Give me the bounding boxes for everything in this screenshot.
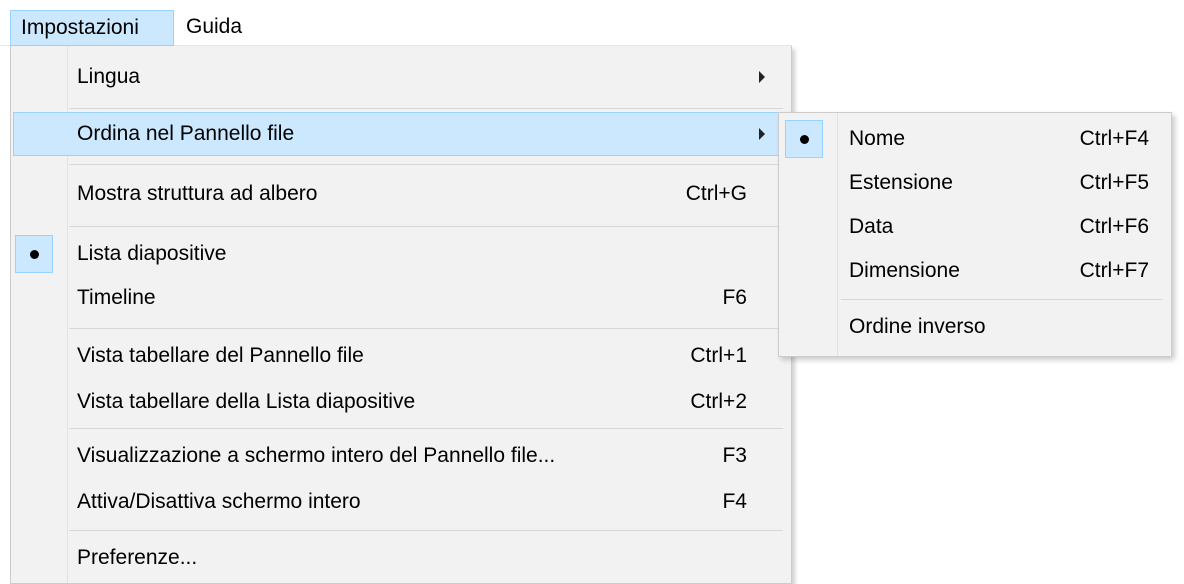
menu-item-label: Attiva/Disattiva schermo intero (77, 490, 361, 513)
menu-item-label: Mostra struttura ad albero (77, 182, 318, 205)
submenu-item-label: Nome (849, 127, 906, 150)
checked-indicator (15, 235, 53, 273)
menu-separator (69, 226, 783, 227)
radio-bullet-icon (800, 135, 809, 144)
submenu-item-label: Data (849, 215, 894, 238)
submenu-item-shortcut: Ctrl+F6 (1079, 215, 1149, 238)
menu-item-label: Lista diapositive (77, 242, 227, 265)
submenu-item-ordine-inverso[interactable]: Ordine inverso (779, 305, 1171, 349)
impostazioni-dropdown: Lingua Ordina nel Pannello file Mostra s… (10, 46, 792, 584)
menu-item-vista-tabellare-lista[interactable]: Vista tabellare della Lista diapositive … (11, 380, 791, 424)
submenu-item-shortcut: Ctrl+F5 (1079, 171, 1149, 194)
menu-item-shortcut: F4 (722, 490, 747, 513)
menu-item-shortcut: F3 (722, 444, 747, 467)
menu-item-shortcut: F6 (722, 286, 747, 309)
menu-separator (69, 428, 783, 429)
menu-item-label: Timeline (77, 286, 156, 309)
menu-guida[interactable]: Guida (176, 10, 266, 46)
menu-item-mostra-struttura[interactable]: Mostra struttura ad albero Ctrl+G (11, 172, 791, 216)
submenu-item-label: Dimensione (849, 259, 960, 282)
submenu-item-nome[interactable]: Nome Ctrl+F4 (779, 117, 1171, 161)
menu-separator (69, 164, 783, 165)
menu-separator (69, 328, 783, 329)
menu-item-shortcut: Ctrl+G (685, 182, 747, 205)
menu-item-preferenze[interactable]: Preferenze... (11, 536, 791, 580)
submenu-item-shortcut: Ctrl+F4 (1079, 127, 1149, 150)
submenu-item-shortcut: Ctrl+F7 (1079, 259, 1149, 282)
submenu-item-estensione[interactable]: Estensione Ctrl+F5 (779, 161, 1171, 205)
menu-item-lista-diapositive[interactable]: Lista diapositive (11, 232, 791, 276)
menu-item-label: Preferenze... (77, 546, 198, 569)
submenu-arrow-icon (759, 128, 765, 140)
checked-indicator (785, 120, 823, 158)
radio-bullet-icon (30, 250, 39, 259)
menu-item-ordina-pannello-file[interactable]: Ordina nel Pannello file (13, 112, 785, 156)
menu-item-label: Ordina nel Pannello file (77, 122, 295, 145)
menu-bar: Impostazioni Guida (0, 0, 792, 46)
submenu-item-label: Ordine inverso (849, 315, 986, 338)
submenu-separator (841, 299, 1163, 300)
menu-item-label: Vista tabellare del Pannello file (77, 344, 364, 367)
ordina-submenu: Nome Ctrl+F4 Estensione Ctrl+F5 Data Ctr… (778, 112, 1172, 357)
menu-item-lingua[interactable]: Lingua (11, 55, 791, 99)
submenu-item-dimensione[interactable]: Dimensione Ctrl+F7 (779, 249, 1171, 293)
menu-item-label: Visualizzazione a schermo intero del Pan… (77, 444, 556, 467)
menu-item-visualizzazione-schermo-intero[interactable]: Visualizzazione a schermo intero del Pan… (11, 434, 791, 478)
menu-item-label: Vista tabellare della Lista diapositive (77, 390, 416, 413)
menu-item-shortcut: Ctrl+1 (690, 344, 747, 367)
menu-item-vista-tabellare-pannello[interactable]: Vista tabellare del Pannello file Ctrl+1 (11, 334, 791, 378)
menu-impostazioni[interactable]: Impostazioni (10, 10, 174, 46)
menu-separator (69, 108, 783, 109)
menu-guida-label: Guida (186, 15, 243, 38)
menu-item-timeline[interactable]: Timeline F6 (11, 276, 791, 320)
submenu-arrow-icon (759, 71, 765, 83)
menu-item-shortcut: Ctrl+2 (690, 390, 747, 413)
menu-separator (69, 530, 783, 531)
menu-impostazioni-label: Impostazioni (21, 16, 139, 39)
submenu-item-data[interactable]: Data Ctrl+F6 (779, 205, 1171, 249)
menu-item-attiva-disattiva-schermo[interactable]: Attiva/Disattiva schermo intero F4 (11, 480, 791, 524)
submenu-item-label: Estensione (849, 171, 953, 194)
menu-item-label: Lingua (77, 65, 141, 88)
